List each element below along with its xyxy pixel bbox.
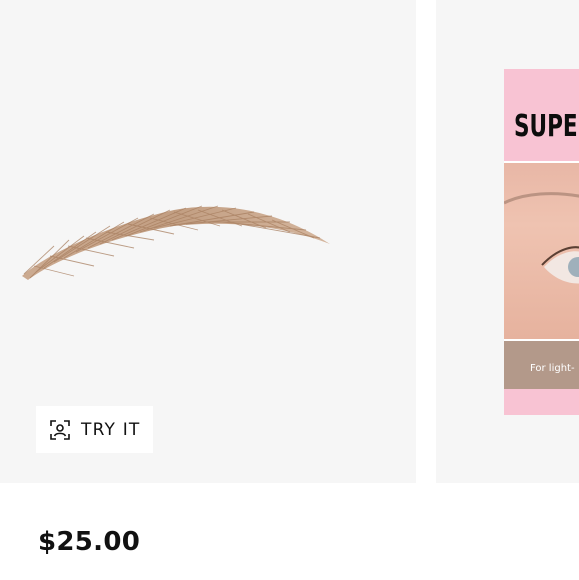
eye-illustration — [504, 192, 579, 284]
product-box-image: SUPE For light- — [504, 69, 579, 415]
box-eye-photo — [504, 161, 579, 339]
box-title: SUPE — [514, 109, 578, 144]
try-it-label: TRY IT — [81, 419, 141, 440]
box-shade-band: For light- — [504, 339, 579, 389]
product-image-main[interactable]: TRY IT — [0, 0, 416, 483]
face-scan-icon — [50, 419, 70, 440]
product-price: $25.00 — [38, 527, 141, 557]
box-shade-text: For light- — [530, 363, 575, 374]
product-page: TRY IT SUPE For light- $25.00 — [0, 0, 579, 580]
eyebrow-swatch-image — [22, 205, 330, 280]
try-it-button[interactable]: TRY IT — [36, 406, 153, 453]
